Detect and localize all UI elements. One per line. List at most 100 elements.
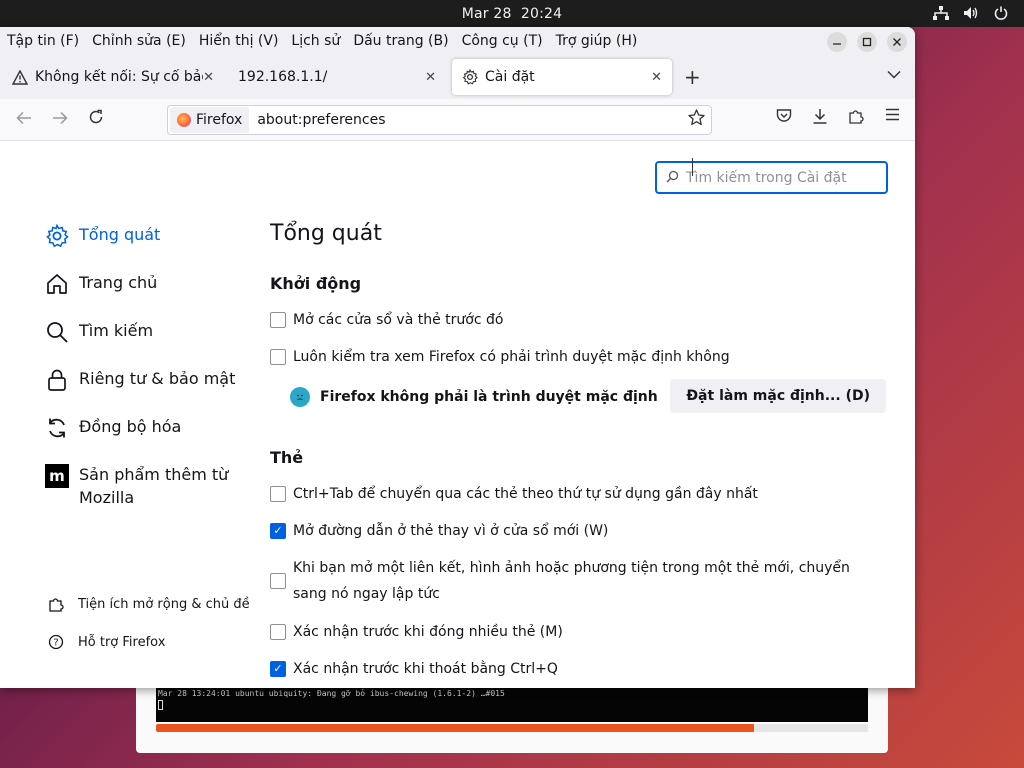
close-window-button[interactable]	[887, 32, 907, 52]
clock[interactable]: Mar 28 20:24	[462, 6, 563, 22]
category-mozilla-products[interactable]: m Sản phẩm thêm từ Mozilla	[44, 463, 254, 519]
tab-close-icon[interactable]: ✕	[651, 70, 662, 85]
navigation-toolbar: Firefox about:preferences	[0, 99, 915, 141]
ctrl-tab-checkbox[interactable]: Ctrl+Tab để chuyển qua các thẻ theo thứ …	[270, 475, 890, 512]
new-tab-button[interactable]: +	[684, 65, 701, 89]
downloads-icon[interactable]	[811, 108, 829, 124]
checkbox-unchecked[interactable]	[270, 485, 286, 502]
gear-icon	[462, 69, 478, 85]
checkbox-unchecked[interactable]	[270, 623, 286, 640]
footer-label: Tiện ích mở rộng & chủ đề	[78, 596, 250, 612]
tab-label: 192.168.1.1/	[238, 69, 328, 85]
footer-label: Hỗ trợ Firefox	[78, 634, 166, 650]
category-privacy[interactable]: Riêng tư & bảo mật	[44, 367, 254, 415]
close-icon	[893, 38, 901, 46]
menu-bookmarks[interactable]: Dấu trang (B)	[353, 33, 448, 49]
category-home[interactable]: Trang chủ	[44, 271, 254, 319]
checkbox-label: Mở đường dẫn ở thẻ thay vì ở cửa sổ mới …	[293, 522, 609, 539]
tab-strip: Không kết nối: Sự cố bảo ✕ 192.168.1.1/ …	[0, 55, 915, 99]
category-label: Trang chủ	[79, 273, 158, 292]
forward-button[interactable]	[42, 110, 78, 130]
lock-icon	[44, 367, 70, 393]
arrow-right-icon	[53, 111, 68, 124]
open-links-in-tabs-checkbox[interactable]: ✓ Mở đường dẫn ở thẻ thay vì ở cửa sổ mớ…	[270, 512, 890, 549]
checkbox-label: Luôn kiểm tra xem Firefox có phải trình …	[293, 348, 730, 365]
extensions-icon[interactable]	[847, 108, 865, 124]
category-label: Đồng bộ hóa	[79, 417, 182, 436]
checkbox-unchecked[interactable]	[270, 573, 286, 589]
reload-button[interactable]	[78, 109, 114, 130]
clock-time: 20:24	[520, 5, 563, 22]
mozilla-icon: m	[44, 463, 70, 489]
category-label: Tìm kiếm	[79, 321, 154, 340]
checkbox-unchecked[interactable]	[270, 311, 286, 328]
default-browser-status: Firefox không phải là trình duyệt mặc đị…	[270, 375, 890, 419]
terminal-cursor	[158, 700, 163, 710]
chevron-down-icon[interactable]	[887, 67, 901, 83]
tab-router[interactable]: 192.168.1.1/ ✕	[224, 59, 446, 95]
bookmark-star-icon[interactable]	[688, 109, 705, 131]
window-controls	[827, 32, 907, 52]
sync-icon	[44, 415, 70, 441]
menu-bar: Tập tin (F) Chỉnh sửa (E) Hiển thị (V) L…	[0, 27, 915, 55]
url-bar[interactable]: Firefox about:preferences	[167, 105, 712, 135]
category-sync[interactable]: Đồng bộ hóa	[44, 415, 254, 463]
category-sidebar: Tổng quát Trang chủ Tìm kiếm Riêng tư & …	[44, 223, 254, 519]
identity-label: Firefox	[196, 112, 243, 128]
checkbox-checked[interactable]: ✓	[270, 660, 286, 677]
category-label: Riêng tư & bảo mật	[79, 369, 236, 388]
checkbox-unchecked[interactable]	[270, 348, 286, 365]
menu-help[interactable]: Trợ giúp (H)	[556, 33, 638, 49]
menu-tools[interactable]: Công cụ (T)	[462, 33, 543, 49]
menu-file[interactable]: Tập tin (F)	[7, 33, 79, 49]
minimize-icon	[833, 43, 841, 45]
url-text[interactable]: about:preferences	[257, 112, 385, 128]
restore-session-checkbox[interactable]: Mở các cửa sổ và thẻ trước đó	[270, 301, 890, 338]
system-top-bar: Mar 28 20:24	[0, 0, 1024, 27]
warning-icon	[12, 69, 28, 85]
preferences-page: Tìm kiếm trong Cài đặt Tổng quát Trang c…	[0, 141, 915, 688]
menu-edit[interactable]: Chỉnh sửa (E)	[92, 33, 186, 49]
reload-icon	[89, 109, 103, 124]
tab-settings[interactable]: Cài đặt ✕	[452, 59, 672, 95]
tabs-heading: Thẻ	[270, 448, 304, 467]
tab-connection-error[interactable]: Không kết nối: Sự cố bảo ✕	[2, 59, 224, 95]
switch-to-new-tab-checkbox[interactable]: Khi bạn mở một liên kết, hình ảnh hoặc p…	[270, 549, 890, 613]
identity-box[interactable]: Firefox	[170, 107, 250, 133]
category-search[interactable]: Tìm kiếm	[44, 319, 254, 367]
checkbox-label: Ctrl+Tab để chuyển qua các thẻ theo thứ …	[293, 485, 758, 502]
extensions-themes-link[interactable]: Tiện ích mở rộng & chủ đề	[46, 585, 250, 623]
check-default-browser-checkbox[interactable]: Luôn kiểm tra xem Firefox có phải trình …	[270, 338, 890, 375]
power-icon[interactable]	[992, 4, 1010, 22]
back-button[interactable]	[6, 110, 42, 130]
warn-close-tabs-checkbox[interactable]: Xác nhận trước khi đóng nhiều thẻ (M)	[270, 613, 890, 650]
category-general[interactable]: Tổng quát	[44, 223, 254, 271]
minimize-button[interactable]	[827, 32, 847, 52]
make-default-button[interactable]: Đặt làm mặc định... (D)	[670, 379, 886, 413]
warn-quit-checkbox[interactable]: ✓ Xác nhận trước khi thoát bằng Ctrl+Q	[270, 650, 890, 687]
volume-icon[interactable]	[962, 4, 980, 22]
puzzle-icon	[46, 596, 66, 612]
pocket-icon[interactable]	[775, 108, 793, 124]
toolbar-right	[775, 108, 901, 124]
menu-view[interactable]: Hiển thị (V)	[199, 33, 279, 49]
install-progress-fill	[156, 724, 755, 732]
maximize-button[interactable]	[857, 32, 877, 52]
checkbox-label: Xác nhận trước khi thoát bằng Ctrl+Q	[293, 660, 558, 677]
checkbox-label: Khi bạn mở một liên kết, hình ảnh hoặc p…	[293, 560, 850, 602]
settings-search-input[interactable]: Tìm kiếm trong Cài đặt	[655, 161, 888, 194]
tab-close-icon[interactable]: ✕	[425, 70, 436, 85]
system-tray[interactable]	[932, 4, 1010, 22]
help-icon: ?	[46, 634, 66, 650]
firefox-support-link[interactable]: ? Hỗ trợ Firefox	[46, 623, 250, 661]
hamburger-menu-icon[interactable]	[883, 108, 901, 124]
tab-close-icon[interactable]: ✕	[203, 70, 214, 85]
maximize-icon	[862, 37, 872, 47]
menu-history[interactable]: Lịch sử	[291, 33, 340, 49]
category-label: Tổng quát	[79, 225, 161, 244]
firefox-logo-icon	[177, 113, 191, 127]
tab-label: Cài đặt	[485, 69, 535, 85]
checkbox-checked[interactable]: ✓	[270, 522, 286, 539]
network-icon[interactable]	[932, 4, 950, 22]
